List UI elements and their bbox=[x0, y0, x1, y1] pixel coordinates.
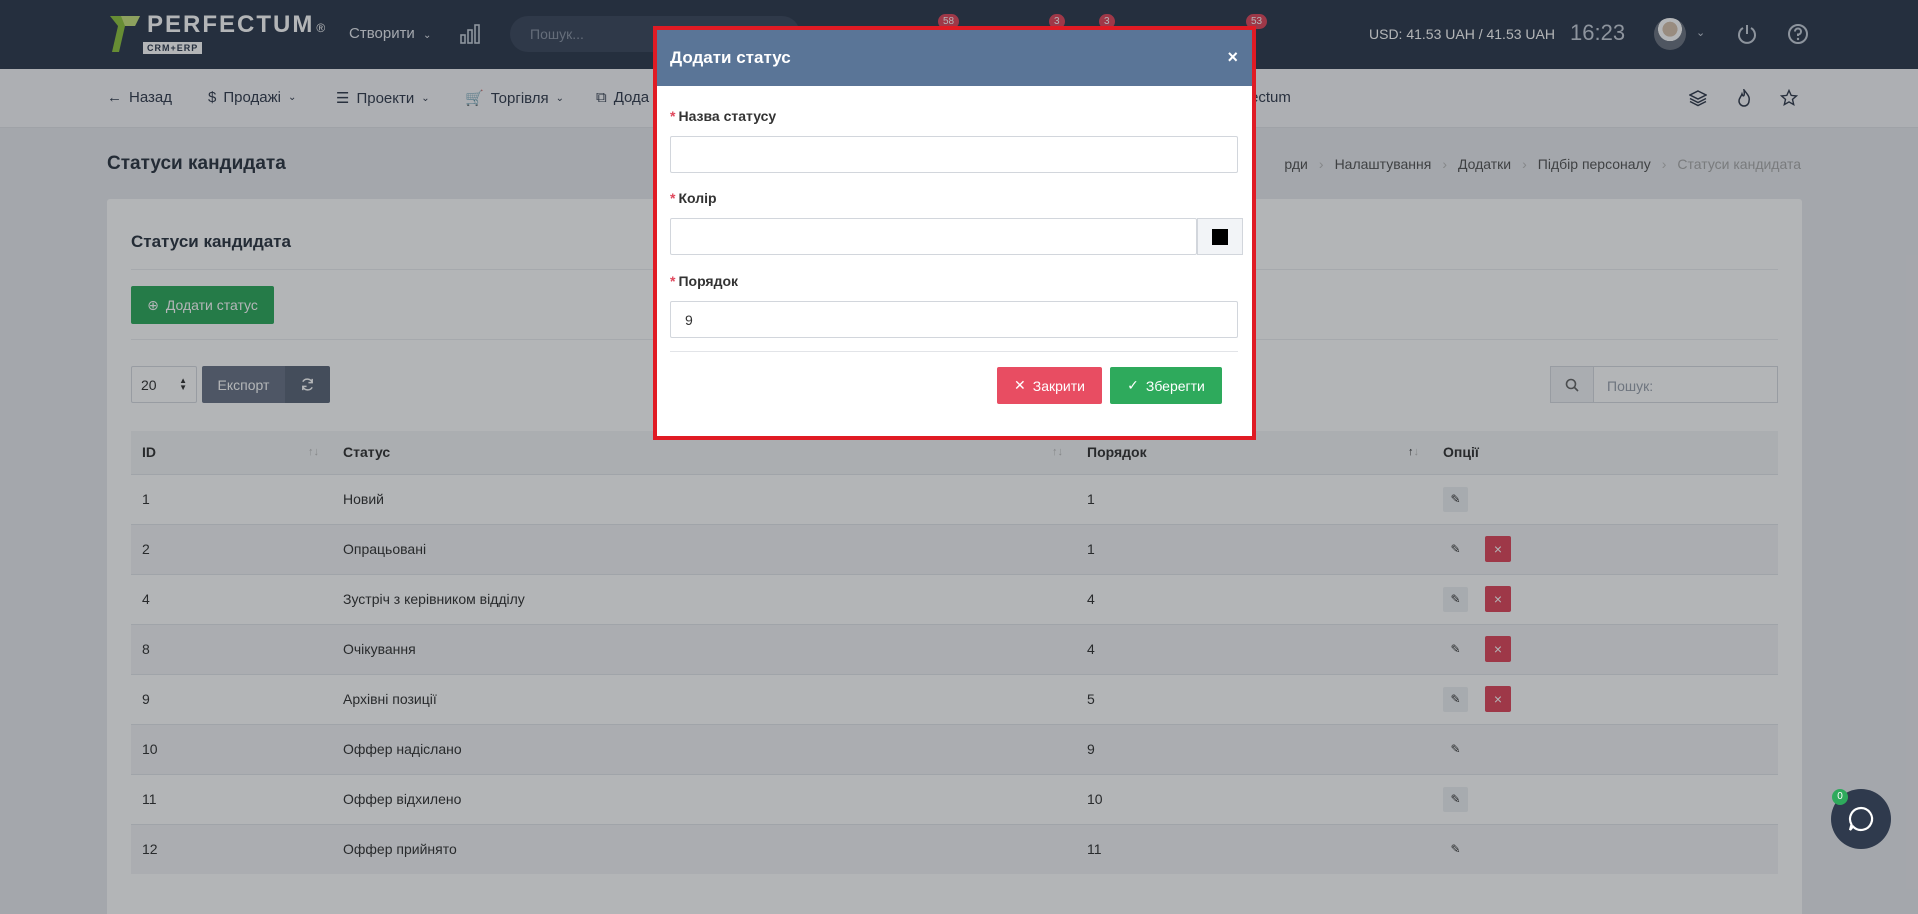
order-label: * Порядок bbox=[670, 273, 738, 289]
modal-header: Додати статус × bbox=[657, 30, 1252, 86]
status-name-label: * Назва статусу bbox=[670, 108, 776, 124]
required-mark: * bbox=[670, 273, 676, 289]
add-status-modal: Додати статус × * Назва статусу * Колір * П… bbox=[653, 26, 1256, 440]
save-button[interactable]: ✓ Зберегти bbox=[1110, 367, 1222, 404]
save-button-label: Зберегти bbox=[1145, 377, 1205, 394]
required-mark: * bbox=[670, 108, 676, 124]
order-label-text: Порядок bbox=[678, 273, 739, 289]
close-button[interactable]: ✕ Закрити bbox=[997, 367, 1102, 404]
chat-bubble-icon bbox=[1848, 806, 1874, 832]
color-label: * Колір bbox=[670, 190, 717, 206]
divider bbox=[670, 351, 1238, 352]
color-input[interactable] bbox=[670, 218, 1197, 255]
modal-title: Додати статус bbox=[670, 48, 791, 67]
status-name-input[interactable] bbox=[670, 136, 1238, 173]
color-swatch bbox=[1212, 228, 1228, 245]
close-icon[interactable]: × bbox=[1227, 47, 1238, 68]
close-button-label: Закрити bbox=[1032, 377, 1085, 394]
order-input[interactable]: 9 bbox=[670, 301, 1238, 338]
required-mark: * bbox=[670, 190, 676, 206]
close-icon: ✕ bbox=[1014, 377, 1026, 393]
color-picker-button[interactable] bbox=[1197, 218, 1243, 255]
status-name-label-text: Назва статусу bbox=[678, 108, 777, 124]
chat-badge: 0 bbox=[1832, 789, 1848, 805]
color-label-text: Колір bbox=[678, 190, 717, 206]
checkmark-icon: ✓ bbox=[1127, 377, 1139, 393]
